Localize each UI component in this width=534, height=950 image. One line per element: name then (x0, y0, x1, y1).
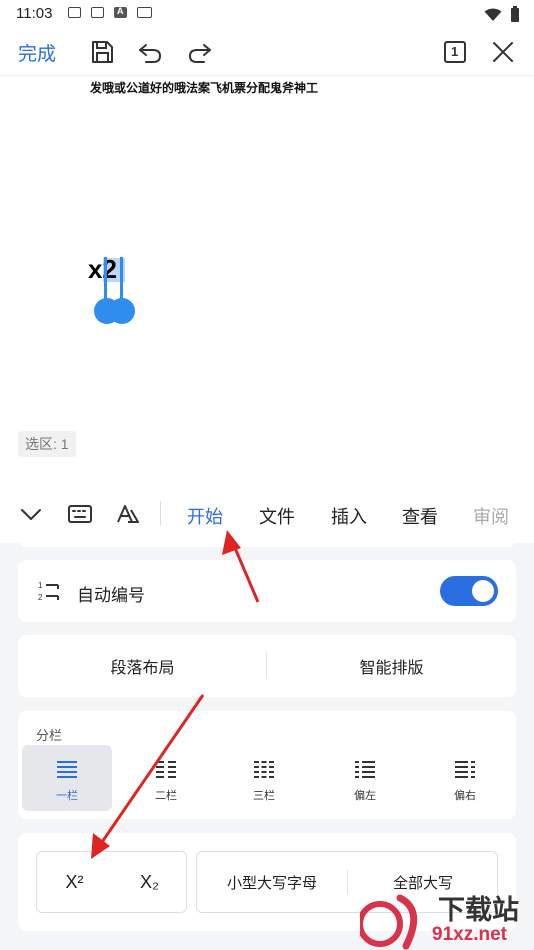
column-left-option[interactable]: 偏左 (320, 745, 410, 811)
column-two-label: 二栏 (155, 790, 177, 802)
selected-text[interactable]: x2 (88, 254, 117, 285)
text-style-icon[interactable] (114, 500, 142, 528)
tab-file[interactable]: 文件 (259, 503, 295, 529)
redo-icon[interactable] (186, 38, 214, 66)
column-right-option[interactable]: 偏右 (420, 745, 510, 811)
columns-card: 分栏 一栏 二栏 三栏 偏左 偏右 (18, 711, 516, 819)
watermark-brand: 下载站 (438, 895, 519, 925)
auto-number-label: 自动编号 (77, 586, 145, 605)
column-two-option[interactable]: 二栏 (121, 745, 211, 811)
top-toolbar: 完成 1 (0, 28, 534, 76)
super-sub-script-group: X² X₂ (36, 851, 187, 913)
three-column-icon (254, 761, 274, 778)
paragraph-layout-button[interactable]: 段落布局 (18, 635, 267, 697)
column-right-label: 偏右 (454, 790, 476, 802)
small-caps-button[interactable]: 小型大写字母 (197, 852, 347, 912)
column-one-label: 一栏 (56, 790, 78, 802)
numbered-list-icon: 1 2 (38, 581, 59, 602)
tab-start[interactable]: 开始 (187, 503, 223, 529)
format-panel: 开始 文件 插入 查看 审阅 1 2 自动编号 段落布局 智能排版 分栏 一栏 (0, 483, 534, 950)
tab-divider (160, 501, 161, 525)
left-column-icon (355, 761, 375, 778)
undo-icon[interactable] (136, 38, 164, 66)
done-button[interactable]: 完成 (18, 39, 56, 66)
column-one-option[interactable]: 一栏 (22, 745, 112, 811)
battery-icon (511, 6, 519, 22)
page-count-icon[interactable]: 1 (441, 38, 469, 66)
selection-end-stem (120, 257, 123, 301)
wifi-icon (484, 8, 502, 21)
one-column-icon (57, 761, 77, 778)
two-column-icon (156, 761, 176, 778)
tab-review[interactable]: 审阅 (473, 503, 509, 529)
selection-start-stem (104, 257, 107, 301)
svg-text:2: 2 (38, 593, 43, 602)
status-time: 11:03 (16, 5, 53, 22)
save-icon[interactable] (88, 38, 116, 66)
status-system-icons (484, 6, 520, 23)
mail-icon (68, 7, 81, 18)
status-bar: 11:03 (0, 0, 534, 28)
selection-end-handle[interactable] (109, 298, 135, 324)
keyboard-icon (137, 7, 152, 18)
document-canvas[interactable]: 发哦或公道好的哦法案飞机票分配鬼斧神工 x2 选区: 1 (0, 76, 534, 461)
panel-tab-bar: 开始 文件 插入 查看 审阅 (0, 483, 534, 543)
toggle-knob (472, 580, 494, 602)
document-text-line[interactable]: 发哦或公道好的哦法案飞机票分配鬼斧神工 (90, 79, 318, 96)
previous-section-card (18, 535, 516, 547)
svg-text:1: 1 (38, 581, 43, 590)
keyboard-icon[interactable] (66, 500, 94, 528)
auto-number-row: 1 2 自动编号 (18, 560, 516, 622)
column-three-option[interactable]: 三栏 (219, 745, 309, 811)
superscript-button[interactable]: X² (37, 852, 112, 912)
status-notification-icons (68, 6, 152, 18)
mail-icon (91, 7, 104, 18)
right-column-icon (455, 761, 475, 778)
watermark-site: 91xz.net (432, 924, 507, 945)
columns-title: 分栏 (36, 728, 63, 743)
layout-buttons-card: 段落布局 智能排版 (18, 635, 516, 697)
selection-count-label: 选区: 1 (18, 431, 76, 457)
subscript-button[interactable]: X₂ (112, 852, 187, 912)
column-three-label: 三栏 (253, 790, 275, 802)
a-app-icon (114, 6, 127, 18)
site-watermark: 下载站 91xz.net (357, 884, 534, 950)
close-icon[interactable] (489, 38, 517, 66)
collapse-chevron-icon[interactable] (17, 500, 45, 528)
auto-number-toggle[interactable] (440, 576, 498, 606)
page-count-badge: 1 (451, 44, 459, 59)
column-left-label: 偏左 (354, 790, 376, 802)
smart-typeset-button[interactable]: 智能排版 (267, 635, 516, 697)
tab-view[interactable]: 查看 (402, 503, 438, 529)
tab-insert[interactable]: 插入 (331, 503, 367, 529)
